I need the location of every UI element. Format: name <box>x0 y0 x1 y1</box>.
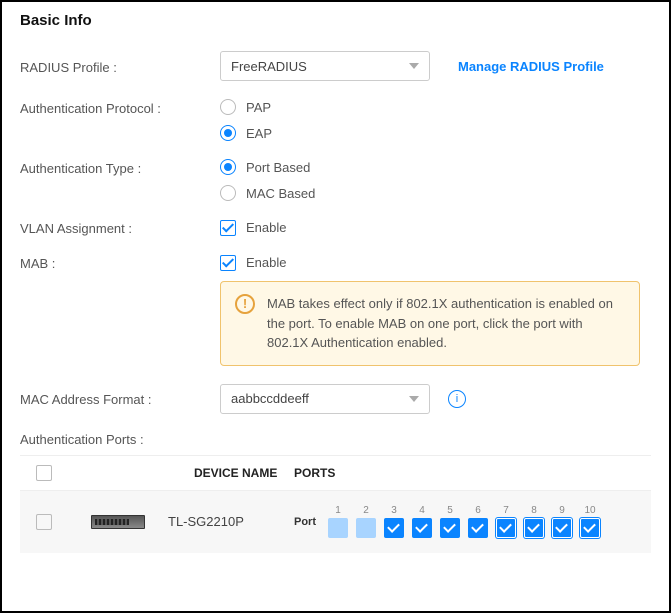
radio-icon <box>220 185 236 201</box>
row-checkbox[interactable] <box>36 514 52 530</box>
th-device-name: DEVICE NAME <box>194 466 294 480</box>
port-number: 1 <box>335 505 341 516</box>
radio-icon <box>220 159 236 175</box>
auth-type-mac[interactable]: MAC Based <box>220 185 315 201</box>
mab-alert: ! MAB takes effect only if 802.1X authen… <box>220 281 640 366</box>
port-number: 6 <box>475 505 481 516</box>
port-toggle-9[interactable] <box>552 518 572 538</box>
mac-format-label: MAC Address Format : <box>20 390 220 407</box>
info-icon[interactable]: i <box>448 390 466 408</box>
checkbox-label: Enable <box>246 220 286 235</box>
table-header: DEVICE NAME PORTS <box>20 455 651 491</box>
mac-format-value: aabbccddeeff <box>231 391 309 406</box>
radio-icon <box>220 99 236 115</box>
port-toggle-8[interactable] <box>524 518 544 538</box>
auth-ports-label: Authentication Ports : <box>20 432 651 447</box>
port-toggle-4[interactable] <box>412 518 432 538</box>
checkbox-label: Enable <box>246 255 286 270</box>
auth-protocol-label: Authentication Protocol : <box>20 99 220 116</box>
port-toggle-1[interactable] <box>328 518 348 538</box>
table-row: TL-SG2210P Port 1 2 3 4 5 6 7 8 9 10 <box>20 491 651 553</box>
port-toggle-3[interactable] <box>384 518 404 538</box>
manage-radius-link[interactable]: Manage RADIUS Profile <box>458 59 604 74</box>
auth-protocol-pap[interactable]: PAP <box>220 99 272 115</box>
port-toggle-10[interactable] <box>580 518 600 538</box>
radio-label: PAP <box>246 100 271 115</box>
mab-enable-checkbox[interactable]: Enable <box>220 255 286 271</box>
radius-profile-select[interactable]: FreeRADIUS <box>220 51 430 81</box>
radio-icon <box>220 125 236 141</box>
alert-text: MAB takes effect only if 802.1X authenti… <box>267 294 625 353</box>
port-number: 2 <box>363 505 369 516</box>
select-all-checkbox[interactable] <box>36 465 52 481</box>
device-name: TL-SG2210P <box>168 514 294 529</box>
radio-label: EAP <box>246 126 272 141</box>
chevron-down-icon <box>409 396 419 402</box>
warning-icon: ! <box>235 294 255 314</box>
chevron-down-icon <box>409 63 419 69</box>
port-number: 9 <box>559 505 565 516</box>
auth-type-port[interactable]: Port Based <box>220 159 315 175</box>
checkbox-icon <box>220 255 236 271</box>
port-number: 10 <box>584 505 595 516</box>
auth-protocol-eap[interactable]: EAP <box>220 125 272 141</box>
mac-format-select[interactable]: aabbccddeeff <box>220 384 430 414</box>
radius-profile-value: FreeRADIUS <box>231 59 307 74</box>
port-toggle-2[interactable] <box>356 518 376 538</box>
checkbox-icon <box>220 220 236 236</box>
port-toggle-7[interactable] <box>496 518 516 538</box>
port-number: 5 <box>447 505 453 516</box>
port-number: 4 <box>419 505 425 516</box>
switch-device-icon <box>91 515 145 529</box>
port-toggle-6[interactable] <box>468 518 488 538</box>
mab-label: MAB : <box>20 254 220 271</box>
vlan-enable-checkbox[interactable]: Enable <box>220 220 286 236</box>
port-toggle-5[interactable] <box>440 518 460 538</box>
port-number: 7 <box>503 505 509 516</box>
auth-type-label: Authentication Type : <box>20 159 220 176</box>
port-number: 8 <box>531 505 537 516</box>
section-title: Basic Info <box>20 12 651 29</box>
port-number: 3 <box>391 505 397 516</box>
radio-label: MAC Based <box>246 186 315 201</box>
radius-profile-label: RADIUS Profile : <box>20 58 220 75</box>
port-row-label: Port <box>294 516 316 528</box>
radio-label: Port Based <box>246 160 310 175</box>
vlan-assignment-label: VLAN Assignment : <box>20 219 220 236</box>
th-ports: PORTS <box>294 466 651 480</box>
